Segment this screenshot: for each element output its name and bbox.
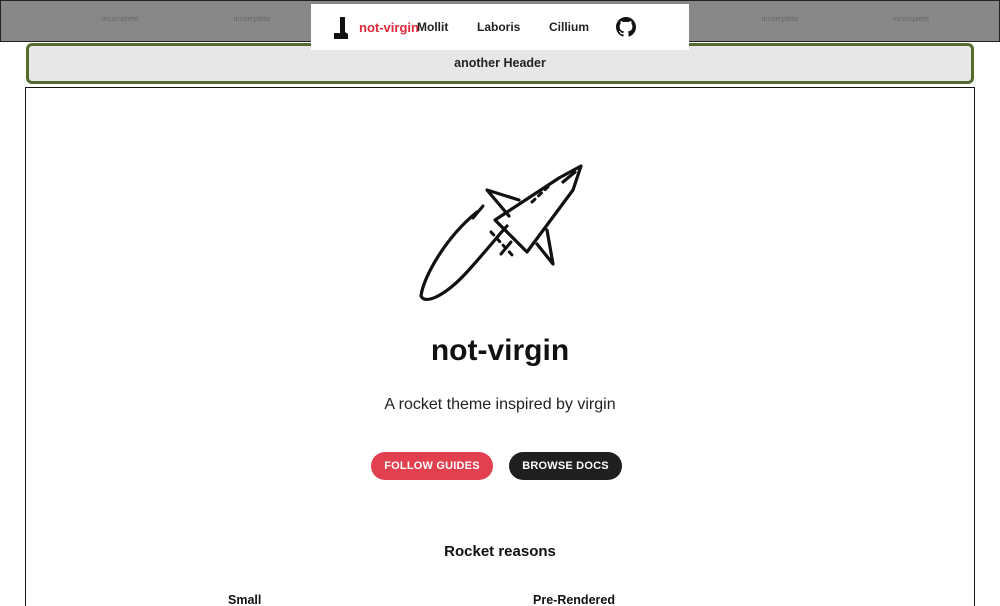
feature-heading-pre-rendered: Pre-Rendered — [533, 593, 615, 606]
navbar: not-virgin Mollit Laboris Cillium — [311, 4, 689, 50]
feature-heading-small: Small — [228, 593, 262, 606]
hero-subtitle: A rocket theme inspired by virgin — [384, 396, 616, 413]
hero-title: not-virgin — [430, 334, 570, 367]
rocket-icon — [419, 164, 583, 301]
status-badge: incomplete — [761, 14, 799, 23]
github-icon[interactable] — [616, 17, 636, 37]
status-badge: incomplete — [233, 14, 271, 23]
nav-link-cillium[interactable]: Cillium — [549, 20, 589, 34]
nav-link-laboris[interactable]: Laboris — [477, 20, 520, 34]
status-badge: incomplete — [101, 14, 139, 23]
sub-header-title: another Header — [454, 56, 546, 70]
follow-guides-button[interactable]: FOLLOW GUIDES — [371, 452, 493, 480]
boot-icon[interactable] — [333, 17, 349, 39]
brand-link[interactable]: not-virgin — [359, 20, 419, 35]
browse-docs-button[interactable]: BROWSE DOCS — [509, 452, 622, 480]
status-badge: incomplete — [892, 14, 930, 23]
nav-link-mollit[interactable]: Mollit — [417, 20, 448, 34]
section-title: Rocket reasons — [444, 543, 556, 560]
